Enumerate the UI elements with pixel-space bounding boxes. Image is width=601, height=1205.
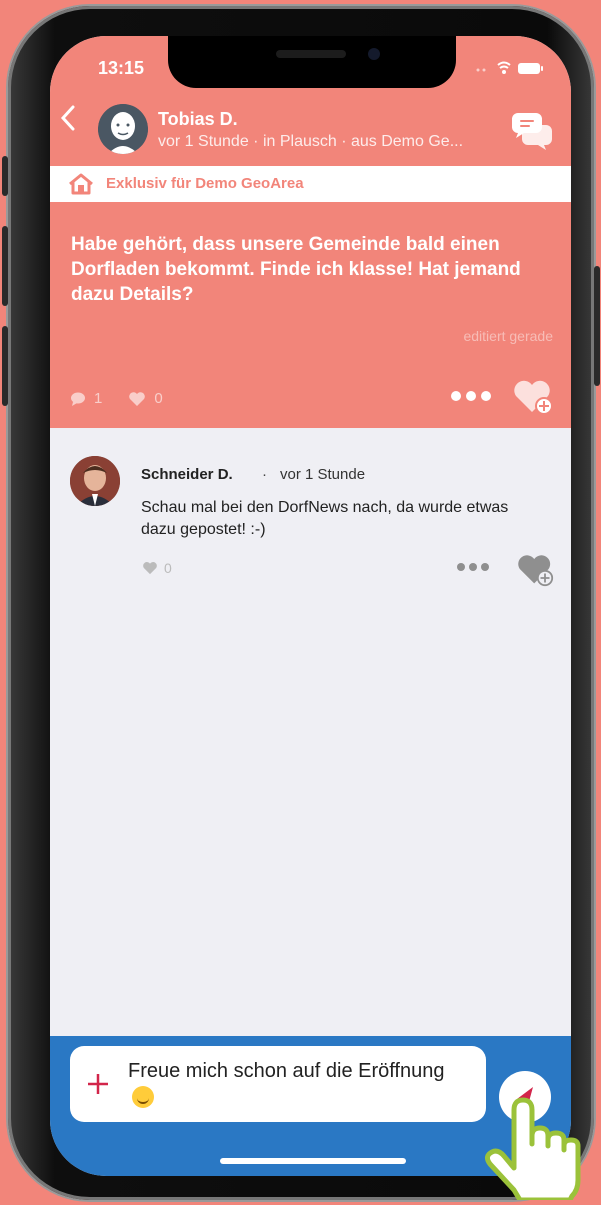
post-like-button[interactable] — [512, 376, 556, 421]
heart-icon — [143, 562, 157, 575]
person-avatar-icon — [98, 104, 148, 154]
comment-like-count: 0 — [164, 560, 172, 576]
comment-input-text: Freue mich schon auf die Eröffnung — [128, 1057, 468, 1113]
home-icon — [69, 173, 93, 195]
chat-button[interactable] — [510, 111, 554, 156]
wifi-battery-icon — [476, 61, 543, 74]
status-time: 13:15 — [98, 58, 145, 78]
smiley-emoji-icon — [132, 1086, 154, 1108]
comment-time: vor 1 Stunde — [280, 466, 366, 483]
more-icon — [457, 563, 489, 571]
post-more-button[interactable] — [450, 378, 492, 409]
exclusive-banner: Exklusiv für Demo GeoArea — [50, 166, 571, 202]
post-stats: 1 0 — [70, 390, 163, 407]
post-like-count: 0 — [154, 390, 163, 407]
phone-frame: 13:15 Tobias D. vor 1 Stunde · in Plausc… — [2, 6, 600, 1200]
banner-text: Exklusiv für Demo GeoArea — [106, 175, 304, 192]
screen: 13:15 Tobias D. vor 1 Stunde · in Plausc… — [50, 36, 571, 1176]
comment-separator: · — [262, 466, 267, 483]
comment-item: Schneider D. · vor 1 Stunde Schau mal be… — [50, 428, 571, 608]
comment-text: Schau mal bei den DorfNews nach, da wurd… — [141, 499, 509, 538]
commenter-name[interactable]: Schneider D. — [141, 466, 233, 483]
front-camera — [368, 48, 380, 60]
comment-like-button[interactable] — [516, 551, 556, 592]
post-text: Habe gehört, dass unsere Gemeinde bald e… — [71, 234, 521, 305]
speaker — [276, 50, 346, 58]
volume-up-button — [2, 226, 8, 306]
power-button — [594, 266, 600, 386]
chat-bubbles-icon — [512, 113, 552, 150]
comment-stats: 0 — [142, 560, 172, 576]
notch — [168, 36, 456, 88]
commenter-avatar[interactable] — [70, 456, 120, 506]
author-name[interactable]: Tobias D. — [158, 109, 238, 130]
comment-input-value: Freue mich schon auf die Eröffnung — [128, 1060, 445, 1082]
post-card: Habe gehört, dass unsere Gemeinde bald e… — [50, 202, 571, 428]
comment-more-button[interactable] — [456, 552, 490, 578]
heart-add-icon — [518, 555, 554, 587]
add-attachment-button[interactable] — [86, 1072, 110, 1101]
post-meta: vor 1 Stunde · in Plausch · aus Demo Ge.… — [158, 133, 464, 150]
mute-switch — [2, 156, 8, 196]
back-chevron-icon — [60, 105, 75, 131]
author-avatar[interactable] — [98, 104, 148, 154]
more-icon — [451, 391, 491, 401]
status-icons — [474, 60, 544, 79]
heart-add-icon — [514, 380, 553, 415]
edited-label: editiert gerade — [463, 328, 553, 344]
plus-icon — [88, 1074, 108, 1094]
photo-avatar-icon — [70, 456, 120, 506]
volume-down-button — [2, 326, 8, 406]
heart-icon — [129, 391, 146, 406]
comment-input[interactable]: Freue mich schon auf die Eröffnung — [70, 1046, 486, 1122]
back-button[interactable] — [60, 104, 76, 140]
comment-icon — [71, 392, 85, 406]
post-comment-count: 1 — [94, 390, 103, 407]
hand-pointer-icon — [470, 1080, 600, 1205]
home-indicator — [220, 1158, 406, 1164]
